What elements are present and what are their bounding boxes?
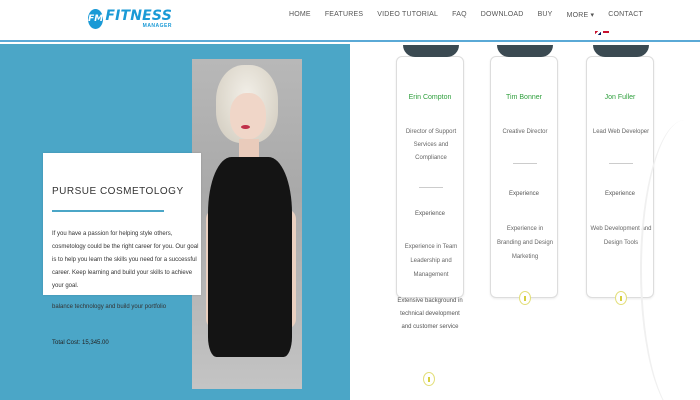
logo-sub-text: MANAGER bbox=[142, 23, 172, 29]
site-header: FM FITNESS MANAGER HOME FEATURES VIDEO T… bbox=[0, 0, 700, 42]
photo-shirt-shape bbox=[208, 157, 292, 357]
team-divider bbox=[609, 163, 633, 164]
team-card-toggle-icon[interactable] bbox=[519, 291, 531, 305]
nav-home[interactable]: HOME bbox=[282, 11, 318, 19]
team-photo-edge bbox=[403, 45, 459, 57]
team-photo-edge bbox=[593, 45, 649, 57]
logo-badge: FM bbox=[88, 9, 104, 29]
alternate-language-flag-icon[interactable] bbox=[603, 31, 609, 35]
course-total-cost: Total Cost: 15,345.00 bbox=[52, 340, 109, 346]
team-member-role: Lead Web Developer bbox=[592, 129, 650, 135]
logo[interactable]: FM FITNESS MANAGER bbox=[88, 6, 172, 32]
team-experience: Experience in Branding and Design Market… bbox=[496, 226, 554, 260]
model-photo bbox=[192, 59, 302, 389]
team-experience-label: Experience bbox=[414, 211, 446, 217]
main-nav: HOME FEATURES VIDEO TUTORIAL FAQ DOWNLOA… bbox=[282, 11, 650, 19]
team-member-name: Tim Bonner bbox=[506, 94, 542, 101]
course-title: PURSUE COSMETOLOGY bbox=[52, 186, 184, 197]
team-photo-edge bbox=[497, 45, 553, 57]
language-switcher bbox=[595, 31, 609, 35]
nav-contact[interactable]: CONTACT bbox=[601, 11, 650, 19]
team-card: Erin Compton Director of Support Service… bbox=[396, 45, 464, 298]
nav-more-dropdown[interactable]: MORE ▾ bbox=[560, 11, 602, 19]
photo-lips-shape bbox=[241, 125, 250, 129]
course-description-continued: balance technology and build your portfo… bbox=[52, 304, 167, 310]
team-member-name: Erin Compton bbox=[408, 94, 452, 101]
logo-main-text: FITNESS bbox=[105, 8, 172, 24]
logo-text: FITNESS MANAGER bbox=[105, 9, 172, 29]
nav-faq[interactable]: FAQ bbox=[445, 11, 474, 19]
team-extra-description: Extensive background in technical develo… bbox=[397, 298, 463, 330]
team-card: Tim Bonner Creative Director Experience … bbox=[490, 45, 558, 305]
nav-buy[interactable]: BUY bbox=[531, 11, 560, 19]
nav-video-tutorial[interactable]: VIDEO TUTORIAL bbox=[370, 11, 445, 19]
nav-features[interactable]: FEATURES bbox=[318, 11, 370, 19]
team-member-role: Director of Support Services and Complia… bbox=[405, 129, 457, 161]
team-member-role: Creative Director bbox=[502, 129, 548, 135]
team-card-toggle-icon[interactable] bbox=[423, 372, 435, 386]
team-experience-label: Experience bbox=[604, 191, 636, 197]
team-card-toggle-icon[interactable] bbox=[615, 291, 627, 305]
team-divider bbox=[419, 187, 443, 188]
team-divider bbox=[513, 163, 537, 164]
english-flag-icon[interactable] bbox=[595, 31, 601, 35]
photo-face-shape bbox=[230, 93, 266, 139]
team-member-name: Jon Fuller bbox=[604, 94, 636, 101]
course-title-underline bbox=[52, 210, 164, 212]
team-experience-label: Experience bbox=[508, 191, 540, 197]
team-experience: Experience in Team Leadership and Manage… bbox=[404, 244, 458, 278]
nav-download[interactable]: DOWNLOAD bbox=[474, 11, 531, 19]
course-description: If you have a passion for helping style … bbox=[52, 231, 199, 289]
